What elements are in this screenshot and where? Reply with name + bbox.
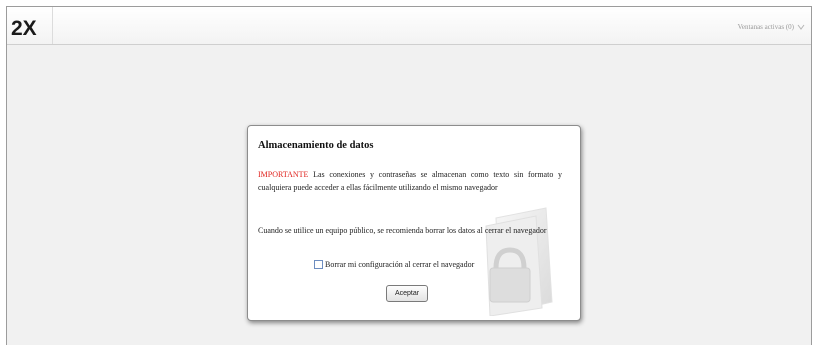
important-label: IMPORTANTE	[258, 170, 309, 179]
clear-settings-checkbox[interactable]	[314, 260, 323, 269]
active-sessions-menu[interactable]: Ventanas activas (0)	[738, 20, 805, 34]
top-bar: 2X Ventanas activas (0)	[7, 7, 811, 45]
active-sessions-label: Ventanas activas (0)	[737, 23, 794, 31]
2x-logo-icon: 2X	[11, 17, 37, 38]
dialog-title: Almacenamiento de datos	[258, 140, 374, 151]
svg-text:2X: 2X	[11, 17, 37, 38]
clear-settings-label: Borrar mi configuración al cerrar el nav…	[325, 260, 475, 269]
warning-paragraph: IMPORTANTE Las conexiones y contraseñas …	[258, 168, 562, 194]
folder-lock-icon	[485, 207, 553, 316]
chevron-down-icon	[797, 24, 805, 30]
logo-divider	[52, 7, 53, 44]
app-window: 2X Ventanas activas (0) Almacenamiento d…	[6, 6, 812, 345]
clear-settings-option[interactable]: Borrar mi configuración al cerrar el nav…	[314, 260, 474, 269]
accept-button[interactable]: Aceptar	[386, 285, 428, 302]
data-storage-dialog: Almacenamiento de datos IMPORTANTE Las c…	[247, 125, 581, 321]
public-computer-paragraph: Cuando se utilice un equipo público, se …	[258, 226, 547, 235]
